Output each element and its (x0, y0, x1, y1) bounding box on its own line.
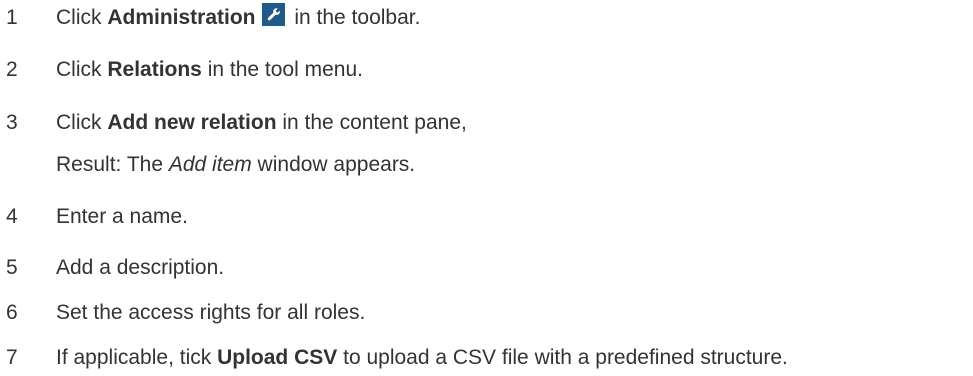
step-number: 1 (6, 6, 18, 29)
step-text-post: to upload a CSV file with a predefined s… (337, 346, 788, 369)
step-number: 5 (6, 256, 18, 279)
step-text-pre: Click (56, 6, 108, 29)
step-number: 6 (6, 301, 18, 324)
step-text-pre: Click (56, 111, 108, 134)
step-number: 3 (6, 111, 18, 134)
step-text: Add a description. (56, 256, 225, 279)
result-text-pre: Result: The (56, 153, 169, 176)
step-text: Enter a name. (56, 205, 188, 228)
add-item-window-name: Add item (168, 153, 252, 176)
upload-csv-label: Upload CSV (217, 346, 338, 369)
step-text: Click Administration in the toolbar. (56, 3, 420, 33)
step-number: 2 (6, 58, 18, 81)
step-text: Set the access rights for all roles. (56, 301, 366, 324)
relations-label: Relations (107, 58, 202, 81)
step-text: If applicable, tick Upload CSV to upload… (56, 343, 788, 373)
result-text: Result: The Add item window appears. (56, 150, 415, 180)
step-text-post: in the toolbar. (288, 6, 421, 29)
step-text: Click Add new relation in the content pa… (56, 108, 467, 138)
step-text-pre: Click (56, 58, 108, 81)
step-text: Click Relations in the tool menu. (56, 55, 363, 85)
procedure-steps: 1 Click Administration in the toolbar. 2… (0, 0, 973, 376)
administration-label: Administration (107, 6, 256, 29)
step-text-post: in the tool menu. (201, 58, 363, 81)
step-text-post: in the content pane, (276, 111, 467, 134)
step-text-pre: If applicable, tick (56, 346, 218, 369)
wrench-icon (261, 3, 285, 26)
step-number: 4 (6, 205, 18, 228)
step-number: 7 (6, 346, 18, 369)
add-new-relation-label: Add new relation (107, 111, 277, 134)
result-text-post: window appears. (251, 153, 416, 176)
